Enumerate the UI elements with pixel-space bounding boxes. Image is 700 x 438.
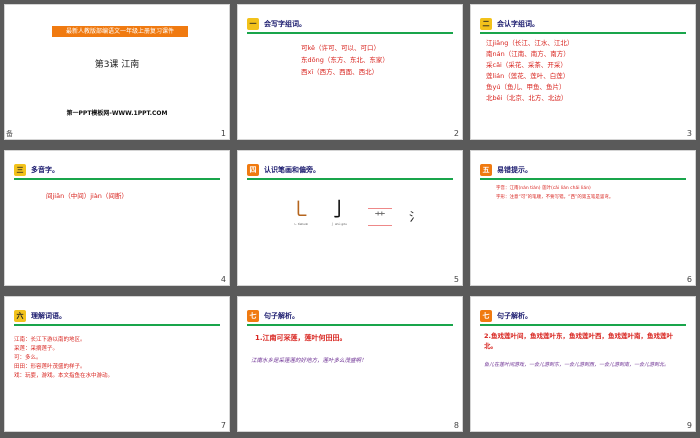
slide-number: 4 — [220, 275, 226, 284]
radical-glyph: 艹 — [374, 210, 386, 223]
content-line: 西xī（西方、西面、西北） — [301, 68, 379, 76]
content-block: 江南：长江下游以南的地区。 采莲：采摘莲子。 可：多么。 田田：形容莲叶茂盛的样… — [14, 336, 220, 381]
content-line: 间jiān（中间）jiàn（间断） — [46, 192, 128, 200]
slide-number: 7 — [220, 421, 226, 430]
slide-number: 9 — [686, 421, 692, 430]
radical-glyph: 氵 — [408, 210, 421, 224]
content-line: 可kě（许可、可以、可口） — [301, 44, 381, 52]
content-line: 莲lián（莲花、莲叶、白莲） — [486, 72, 570, 80]
header-divider — [247, 324, 453, 326]
header-divider — [480, 32, 686, 34]
section-badge: 七 — [480, 310, 492, 322]
header-divider — [247, 178, 453, 180]
slide-thumbnail-8[interactable]: 七 句子解析。 1.江南可采莲，莲叶何田田。 江南水乡是采莲莲的好地方，莲叶多么… — [237, 296, 463, 432]
section-heading: 多音字。 — [31, 166, 59, 174]
section-heading: 会认字组词。 — [497, 20, 539, 28]
section-badge: 三 — [14, 164, 26, 176]
content-line: 戏：玩耍，游戏。本文指鱼在水中游动。 — [14, 373, 114, 379]
slide-title: 第3课 江南 — [94, 60, 140, 70]
header-divider — [247, 32, 453, 34]
section-heading: 理解词语。 — [31, 312, 66, 320]
content-line: 采莲：采摘莲子。 — [14, 346, 59, 352]
stroke-card: ㇄ ㄴ tíshuāi — [289, 196, 313, 230]
section-badge: 四 — [247, 164, 259, 176]
notes-marker: 备 — [6, 130, 13, 138]
slide-thumbnail-3[interactable]: 二 会认字组词。 江jiāng（长江、江水、江北） 南nán（江南、南方、南方）… — [470, 4, 696, 140]
sentence-explanation: 江南水乡是采莲莲的好地方，莲叶多么茂盛啊！ — [251, 358, 367, 364]
header-divider — [14, 324, 220, 326]
example-sentence: 2.鱼戏莲叶间，鱼戏莲叶东，鱼戏莲叶西，鱼戏莲叶南，鱼戏莲叶北。 — [484, 332, 673, 350]
stroke-glyph: 亅 — [329, 197, 349, 221]
sentence-explanation: 鱼儿在莲叶间游戏，一会儿游到东，一会儿游到西，一会儿游到南，一会儿游到北。 — [484, 362, 670, 368]
slide-thumbnail-7[interactable]: 六 理解词语。 江南：长江下游以南的地区。 采莲：采摘莲子。 可：多么。 田田：… — [4, 296, 230, 432]
slide-thumbnail-6[interactable]: 五 易错提示。 字音：江南(nán tián) 莲叶(cǎi lián chǎi… — [470, 150, 696, 286]
content-block: 可kě（许可、可以、可口） 东dōng（东方、东北、东家） 西xī（西方、西面、… — [301, 42, 389, 78]
slide-number: 5 — [453, 275, 459, 284]
banner-text: 最新人教版部编语文一年级上册复习课件 — [65, 28, 174, 35]
slide-thumbnail-1[interactable]: 最新人教版部编语文一年级上册复习课件 第3课 江南 第一PPT模板网-WWW.1… — [4, 4, 230, 140]
content-line: 可：多么。 — [14, 355, 42, 361]
stroke-glyph: ㇄ — [291, 197, 311, 221]
stroke-card: 亅 亅 shù gōu — [327, 196, 351, 230]
content-line: 南nán（江南、南方、南方） — [486, 50, 570, 58]
section-heading: 认识笔画和偏旁。 — [264, 166, 320, 174]
section-heading: 会写字组词。 — [264, 20, 306, 28]
content-line: 字形：注意“可”的笔顺，不要写错。“西”的第五笔是竖弯。 — [496, 195, 614, 200]
content-block: 江jiāng（长江、江水、江北） 南nán（江南、南方、南方） 采cǎi（采花、… — [486, 38, 573, 104]
content-line: 字音：江南(nán tián) 莲叶(cǎi lián chǎi lián) — [496, 186, 591, 191]
slide-thumbnail-4[interactable]: 三 多音字。 间jiān（中间）jiàn（间断） 4 — [4, 150, 230, 286]
content-line: 东dōng（东方、东北、东家） — [301, 56, 389, 64]
content-line: 田田：形容莲叶茂盛的样子。 — [14, 364, 86, 370]
header-divider — [480, 178, 686, 180]
slide-thumbnail-9[interactable]: 七 句子解析。 2.鱼戏莲叶间，鱼戏莲叶东，鱼戏莲叶西，鱼戏莲叶南，鱼戏莲叶北。… — [470, 296, 696, 432]
header-divider — [14, 178, 220, 180]
content-line: 江jiāng（长江、江水、江北） — [486, 39, 574, 47]
radical-card: 氵 — [407, 208, 423, 226]
content-line: 北běi（北京、北方、北边） — [486, 94, 568, 102]
slide-number: 1 — [220, 129, 226, 138]
slide-number: 6 — [686, 275, 692, 284]
section-badge: 一 — [247, 18, 259, 30]
section-heading: 句子解析。 — [264, 312, 299, 320]
section-heading: 易错提示。 — [497, 166, 532, 174]
example-sentence: 1.江南可采莲，莲叶何田田。 — [255, 334, 347, 342]
slide-thumbnail-5[interactable]: 四 认识笔画和偏旁。 ㇄ ㄴ tíshuāi 亅 亅 shù gōu 艹 氵 5 — [237, 150, 463, 286]
section-badge: 七 — [247, 310, 259, 322]
content-line: 江南：长江下游以南的地区。 — [14, 337, 86, 343]
content-block: 间jiān（中间）jiàn（间断） — [46, 190, 128, 202]
slide-number: 8 — [453, 421, 459, 430]
slide-number: 2 — [453, 129, 459, 138]
slide-thumbnail-2[interactable]: 一 会写字组词。 可kě（许可、可以、可口） 东dōng（东方、东北、东家） 西… — [237, 4, 463, 140]
stroke-caption: 亅 shù gōu — [331, 222, 347, 226]
content-line: 鱼yú（鱼儿、甲鱼、鱼片） — [486, 83, 566, 91]
footer-website: 第一PPT模板网-WWW.1PPT.COM — [66, 110, 168, 117]
radical-card: 艹 — [368, 208, 392, 226]
section-heading: 句子解析。 — [497, 312, 532, 320]
header-divider — [480, 324, 686, 326]
slide-number: 3 — [686, 129, 692, 138]
stroke-caption: ㄴ tíshuāi — [294, 222, 308, 226]
slide-border — [4, 4, 230, 140]
section-badge: 六 — [14, 310, 26, 322]
content-line: 采cǎi（采花、采茶、开采） — [486, 61, 567, 69]
section-badge: 二 — [480, 18, 492, 30]
section-badge: 五 — [480, 164, 492, 176]
content-block: 字音：江南(nán tián) 莲叶(cǎi lián chǎi lián) 字… — [496, 184, 686, 202]
